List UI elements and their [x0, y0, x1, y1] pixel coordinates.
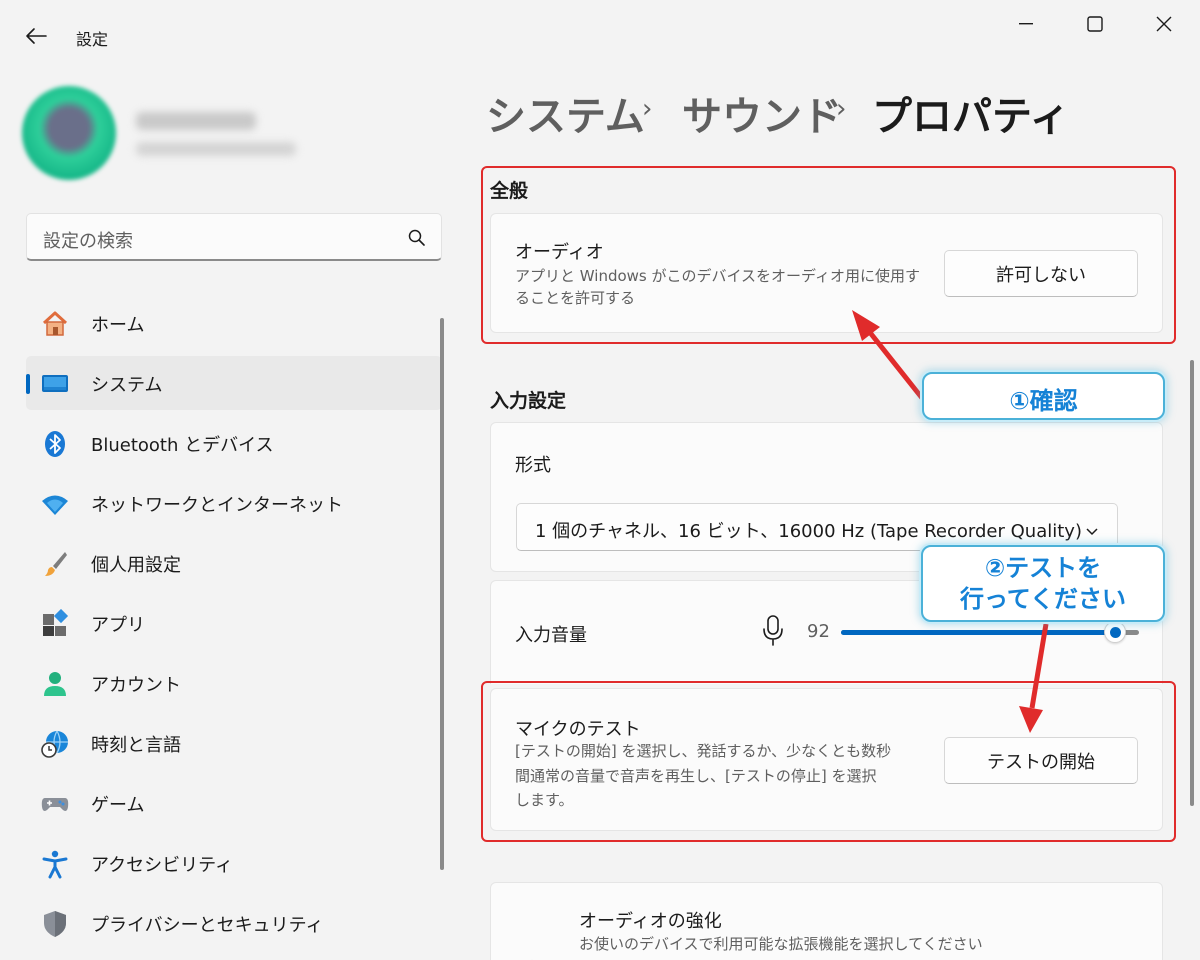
arrow-line-1: [866, 328, 924, 400]
callout-confirm: ①確認: [922, 372, 1165, 420]
callout-test-line1: ②テストを: [984, 554, 1102, 582]
arrow-line-2: [1029, 623, 1049, 709]
callout-test: ②テストを 行ってください: [921, 545, 1165, 622]
annotation-arrows: [852, 310, 1049, 733]
callout-test-line2: 行ってください: [959, 585, 1127, 613]
arrow-head-2: [1019, 706, 1043, 733]
callout-confirm-text: ①確認: [1009, 387, 1078, 415]
